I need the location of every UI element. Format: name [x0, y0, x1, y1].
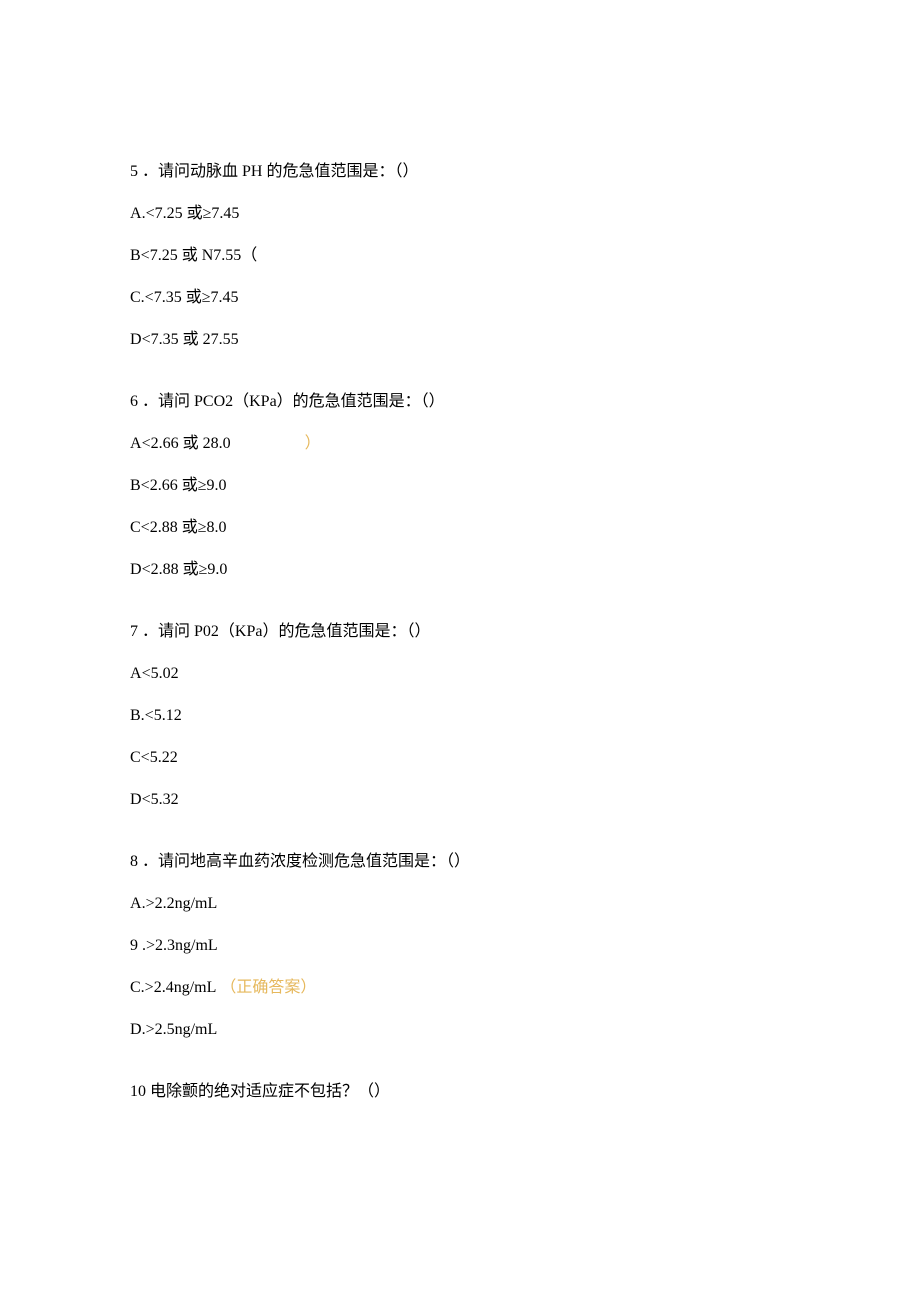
q7-b-text: .<5.12	[141, 707, 182, 724]
q6-number: 6	[130, 393, 138, 410]
q5-d-label: D	[130, 331, 142, 348]
q8-option-b: 9 .>2.3ng/mL	[130, 934, 790, 958]
q7-option-a: A<5.02	[130, 662, 790, 686]
q5-d-text: <7.35 或 27.55	[142, 331, 239, 348]
question-7: 7 ．请问 P02（KPa）的危急值范围是：（） A<5.02 B.<5.12 …	[130, 620, 790, 812]
q8-b-label: 9	[130, 937, 138, 954]
q8-number: 8	[130, 853, 138, 870]
question-5: 5 ．请问动脉血 PH 的危急值范围是：（） A.<7.25 或≥7.45 B<…	[130, 160, 790, 352]
q5-number: 5	[130, 163, 138, 180]
q6-a-text: <2.66 或 28.0	[142, 435, 231, 452]
q6-text: ．请问 PCO2（KPa）的危急值范围是：（）	[142, 393, 445, 410]
q5-a-label: A	[130, 205, 142, 222]
q10-text: 电除颤的绝对适应症不包括？（）	[150, 1083, 390, 1100]
q8-a-label: A	[130, 895, 142, 912]
q8-d-text: .>2.5ng/mL	[142, 1021, 218, 1038]
q6-c-label: C	[130, 519, 141, 536]
q8-c-label: C	[130, 979, 141, 996]
q7-text: ．请问 P02（KPa）的危急值范围是：（）	[142, 623, 430, 640]
question-6-stem: 6 ．请问 PCO2（KPa）的危急值范围是：（）	[130, 390, 790, 414]
question-10-stem: 10 电除颤的绝对适应症不包括？（）	[130, 1080, 790, 1104]
q5-b-text: <7.25 或 N7.55（	[141, 247, 258, 264]
q6-option-c: C<2.88 或≥8.0	[130, 516, 790, 540]
q5-text: ．请问动脉血 PH 的危急值范围是：（）	[142, 163, 418, 180]
q6-b-text: <2.66 或≥9.0	[141, 477, 227, 494]
q7-option-d: D<5.32	[130, 788, 790, 812]
q5-option-d: D<7.35 或 27.55	[130, 328, 790, 352]
q6-a-label: A	[130, 435, 142, 452]
question-6: 6 ．请问 PCO2（KPa）的危急值范围是：（） A<2.66 或 28.0）…	[130, 390, 790, 582]
q7-c-text: <5.22	[141, 749, 178, 766]
q6-d-text: <2.88 或≥9.0	[142, 561, 228, 578]
q6-c-text: <2.88 或≥8.0	[141, 519, 227, 536]
q5-option-b: B<7.25 或 N7.55（	[130, 244, 790, 268]
q8-c-text: .>2.4ng/mL	[141, 979, 217, 996]
q7-b-label: B	[130, 707, 141, 724]
q6-option-d: D<2.88 或≥9.0	[130, 558, 790, 582]
q5-c-text: .<7.35 或≥7.45	[141, 289, 239, 306]
q6-d-label: D	[130, 561, 142, 578]
q5-option-c: C.<7.35 或≥7.45	[130, 286, 790, 310]
q6-option-a: A<2.66 或 28.0）	[130, 432, 790, 456]
question-5-stem: 5 ．请问动脉血 PH 的危急值范围是：（）	[130, 160, 790, 184]
q7-d-label: D	[130, 791, 142, 808]
document-page: 5 ．请问动脉血 PH 的危急值范围是：（） A.<7.25 或≥7.45 B<…	[0, 0, 920, 1301]
q8-a-text: .>2.2ng/mL	[142, 895, 218, 912]
q5-option-a: A.<7.25 或≥7.45	[130, 202, 790, 226]
question-7-stem: 7 ．请问 P02（KPa）的危急值范围是：（）	[130, 620, 790, 644]
question-10: 10 电除颤的绝对适应症不包括？（）	[130, 1080, 790, 1104]
q8-option-c: C.>2.4ng/mL（正确答案）	[130, 976, 790, 1000]
q5-a-text: .<7.25 或≥7.45	[142, 205, 240, 222]
q7-number: 7	[130, 623, 138, 640]
q10-number: 10	[130, 1083, 146, 1100]
question-8-stem: 8 ．请问地高辛血药浓度检测危急值范围是：（）	[130, 850, 790, 874]
q7-a-label: A	[130, 665, 142, 682]
q8-c-correct: （正确答案）	[220, 979, 316, 996]
q8-option-a: A.>2.2ng/mL	[130, 892, 790, 916]
q6-option-b: B<2.66 或≥9.0	[130, 474, 790, 498]
q5-c-label: C	[130, 289, 141, 306]
q7-a-text: <5.02	[142, 665, 179, 682]
q7-option-c: C<5.22	[130, 746, 790, 770]
q8-b-text: .>2.3ng/mL	[138, 937, 218, 954]
q7-d-text: <5.32	[142, 791, 179, 808]
q6-b-label: B	[130, 477, 141, 494]
q8-d-label: D	[130, 1021, 142, 1038]
q7-c-label: C	[130, 749, 141, 766]
q7-option-b: B.<5.12	[130, 704, 790, 728]
q8-option-d: D.>2.5ng/mL	[130, 1018, 790, 1042]
q6-a-paren: ）	[231, 432, 321, 456]
q8-text: ．请问地高辛血药浓度检测危急值范围是：（）	[142, 853, 470, 870]
question-8: 8 ．请问地高辛血药浓度检测危急值范围是：（） A.>2.2ng/mL 9 .>…	[130, 850, 790, 1042]
q5-b-label: B	[130, 247, 141, 264]
